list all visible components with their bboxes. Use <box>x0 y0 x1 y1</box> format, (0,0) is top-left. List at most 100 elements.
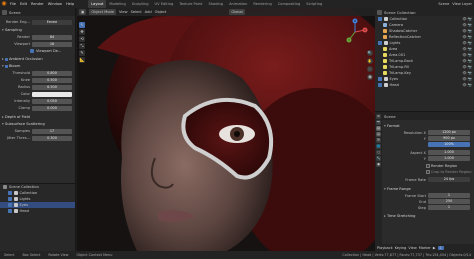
frame-start-field[interactable]: 1 <box>428 193 470 198</box>
visibility-icons[interactable]: 👁 📷 <box>462 41 472 45</box>
render-samples-field[interactable]: 64 <box>32 34 72 40</box>
tab-compositing[interactable]: Compositing <box>275 0 304 8</box>
tab-uv-editing[interactable]: UV Editing <box>152 0 177 8</box>
tool-tab-icon[interactable]: ⚙ <box>376 114 381 119</box>
scale-tool-button[interactable]: ⤡ <box>79 43 85 49</box>
menu-render[interactable]: Render <box>29 0 46 8</box>
view-layer-tab-icon[interactable]: 🖼 <box>376 132 381 137</box>
viewport-samples-field[interactable]: 16 <box>32 41 72 47</box>
bloom-clamp-field[interactable]: 0.000 <box>32 105 72 111</box>
view-layer-selector[interactable]: View Layer <box>452 0 472 8</box>
object-mode-dropdown[interactable]: Object Mode <box>89 9 117 15</box>
frame-range-section[interactable]: Frame Range <box>384 186 472 192</box>
sss-jitter-field[interactable]: 0.300 <box>32 135 72 141</box>
grid-icon[interactable]: ▦ <box>367 74 373 80</box>
menu-edit[interactable]: Edit <box>18 0 29 8</box>
keying-menu[interactable]: Keying <box>395 246 407 250</box>
editor-type-button[interactable]: ▣ <box>79 9 87 15</box>
visibility-icons[interactable]: 👁 📷 <box>462 35 472 39</box>
subsurface-section[interactable]: Subsurface Scattering <box>2 121 74 127</box>
ambient-occlusion-checkbox[interactable] <box>4 57 8 61</box>
include-checkbox[interactable] <box>8 191 12 195</box>
include-checkbox[interactable] <box>378 17 382 21</box>
tab-rendering[interactable]: Rendering <box>250 0 274 8</box>
transform-orientation-dropdown[interactable]: Global <box>229 9 245 15</box>
include-checkbox[interactable] <box>8 197 12 201</box>
bloom-color-swatch[interactable] <box>32 91 72 97</box>
visibility-icons[interactable]: 👁 📷 <box>462 71 472 75</box>
blender-logo-icon[interactable]: ◉ <box>0 0 8 8</box>
menu-help[interactable]: Help <box>64 0 76 8</box>
format-section[interactable]: Format <box>384 123 472 129</box>
bloom-knee-field[interactable]: 0.500 <box>32 77 72 83</box>
camera-icon[interactable]: 🎥 <box>367 66 373 72</box>
render-region-checkbox[interactable] <box>426 164 430 168</box>
bloom-threshold-field[interactable]: 0.800 <box>32 70 72 76</box>
output-tab-icon[interactable]: 🖨 <box>376 126 381 131</box>
tab-scripting[interactable]: Scripting <box>303 0 325 8</box>
material-tab-icon[interactable]: ● <box>376 162 381 167</box>
visibility-icons[interactable]: 👁 📷 <box>462 83 472 87</box>
frame-rate-dropdown[interactable]: 24 fps <box>428 177 470 182</box>
bloom-checkbox[interactable] <box>4 64 8 68</box>
resolution-y-field[interactable]: 900 px <box>428 136 470 141</box>
outliner-item-head[interactable]: Head 👁 📷 <box>375 82 474 88</box>
menu-window[interactable]: Window <box>46 0 64 8</box>
tab-layout[interactable]: Layout <box>88 0 107 8</box>
playback-menu[interactable]: Playback <box>377 246 393 250</box>
outliner-row-head[interactable]: Head <box>0 208 75 214</box>
menu-object[interactable]: Object <box>155 8 167 16</box>
time-stretching-section[interactable]: Time Stretching <box>384 213 472 219</box>
visibility-icons[interactable]: 👁 📷 <box>462 17 472 21</box>
menu-file[interactable]: File <box>8 0 18 8</box>
visibility-icons[interactable]: 👁 📷 <box>462 23 472 27</box>
scene-tab-icon[interactable]: 🎬 <box>376 138 381 143</box>
marker-menu[interactable]: Marker <box>419 246 431 250</box>
navigation-gizmo[interactable]: X Y Z <box>341 18 369 46</box>
current-frame-field[interactable]: 1 <box>437 245 444 250</box>
bloom-section[interactable]: Bloom <box>2 63 74 69</box>
frame-end-field[interactable]: 250 <box>428 199 470 204</box>
bloom-radius-field[interactable]: 6.500 <box>32 84 72 90</box>
tab-modeling[interactable]: Modeling <box>106 0 128 8</box>
3d-viewport[interactable]: ▣ Object Mode View Select Add Object Glo… <box>77 8 375 251</box>
aspect-y-field[interactable]: 1.000 <box>428 156 470 161</box>
visibility-icons[interactable]: 👁 📷 <box>462 47 472 51</box>
visibility-icons[interactable]: 👁 📷 <box>462 65 472 69</box>
tab-shading[interactable]: Shading <box>205 0 226 8</box>
crop-region-checkbox[interactable] <box>426 170 430 174</box>
visibility-icons[interactable]: 👁 📷 <box>462 53 472 57</box>
include-checkbox[interactable] <box>378 77 382 81</box>
zoom-icon[interactable]: 🔍 <box>367 50 373 56</box>
measure-tool-button[interactable]: 📐 <box>79 57 85 63</box>
frame-step-field[interactable]: 1 <box>428 205 470 210</box>
include-checkbox[interactable] <box>378 83 382 87</box>
render-engine-dropdown[interactable]: Eevee <box>32 19 72 25</box>
object-tab-icon[interactable]: ▢ <box>376 150 381 155</box>
render-tab-icon[interactable]: 📷 <box>376 120 381 125</box>
view-menu[interactable]: View <box>408 246 416 250</box>
rotate-tool-button[interactable]: ⟲ <box>79 36 85 42</box>
visibility-icons[interactable]: 👁 📷 <box>462 77 472 81</box>
modifier-tab-icon[interactable]: 🔧 <box>376 156 381 161</box>
world-tab-icon[interactable]: 🌐 <box>376 144 381 149</box>
bloom-intensity-field[interactable]: 0.050 <box>32 98 72 104</box>
include-checkbox[interactable] <box>8 209 12 213</box>
menu-view[interactable]: View <box>119 8 128 16</box>
depth-of-field-section[interactable]: Depth of Field <box>2 114 74 120</box>
tab-sculpting[interactable]: Sculpting <box>129 0 152 8</box>
pan-hand-icon[interactable]: ✋ <box>367 58 373 64</box>
sampling-section-header[interactable]: Sampling <box>2 27 74 33</box>
include-checkbox[interactable] <box>378 41 382 45</box>
visibility-icons[interactable]: 👁 📷 <box>462 59 472 63</box>
tab-animation[interactable]: Animation <box>226 0 250 8</box>
move-tool-button[interactable]: ✥ <box>79 29 85 35</box>
annotate-tool-button[interactable]: ✎ <box>79 50 85 56</box>
sss-samples-field[interactable]: 17 <box>32 128 72 134</box>
menu-add[interactable]: Add <box>145 8 152 16</box>
play-icon[interactable]: ▶ <box>433 246 436 250</box>
ambient-occlusion-section[interactable]: Ambient Occlusion <box>2 56 74 62</box>
menu-select[interactable]: Select <box>131 8 142 16</box>
include-checkbox[interactable] <box>8 203 12 207</box>
resolution-percent-field[interactable]: 100% <box>428 142 470 147</box>
